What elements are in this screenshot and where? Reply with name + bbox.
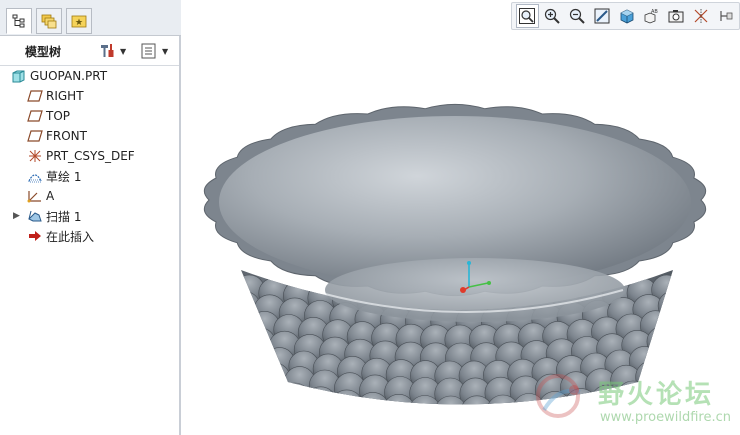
tree-item-sketch[interactable]: 草绘 1: [0, 166, 179, 186]
repaint-icon: [594, 8, 610, 24]
bowl-scale: [258, 362, 291, 396]
insert-here-arrow-icon: [26, 228, 44, 244]
bowl-scale: [434, 395, 468, 405]
bowl-scale: [210, 272, 240, 302]
chevron-down-icon: ▼: [162, 46, 169, 56]
bowl-scale: [486, 394, 520, 405]
tree-item-sweep[interactable]: ▶ 扫描 1: [0, 206, 179, 226]
tree-item-label: 在此插入: [46, 229, 95, 244]
datum-axis-icon: [26, 188, 44, 204]
zoom-out-button[interactable]: [566, 4, 589, 28]
bowl-scale: [252, 378, 286, 405]
navigator-tab-strip: [0, 0, 181, 36]
more-views-button[interactable]: [714, 4, 737, 28]
bowl-scale: [304, 386, 338, 405]
tree-item-axis[interactable]: A: [0, 186, 179, 206]
bowl-scale: [278, 382, 312, 405]
tree-item-label: PRT_CSYS_DEF: [46, 149, 135, 163]
creo-application-window: 模型树 ▼ ▼ GUOPAN.PRT RIGHT TOP FRONT PRT_C…: [0, 0, 740, 435]
datum-plane-icon: [26, 88, 44, 104]
datum-plane-icon: [26, 128, 44, 144]
svg-text:AB: AB: [651, 9, 658, 15]
model-tree-header: 模型树 ▼ ▼: [0, 36, 179, 66]
model-tree: GUOPAN.PRT RIGHT TOP FRONT PRT_CSYS_DEF …: [0, 66, 179, 246]
zoom-in-button[interactable]: [541, 4, 564, 28]
zoom-out-icon: [569, 8, 585, 24]
tree-item-label: 草绘 1: [46, 169, 82, 184]
bowl-scale: [330, 389, 364, 405]
saved-views-icon: AB: [644, 9, 659, 24]
tree-item-label: 扫描 1: [46, 209, 82, 224]
tab-favorites[interactable]: [66, 8, 92, 34]
tab-model-tree[interactable]: [6, 8, 32, 34]
tree-item-label: GUOPAN.PRT: [30, 69, 108, 83]
refit-button[interactable]: [516, 4, 539, 28]
bowl-scale: [243, 327, 276, 358]
chevron-down-icon: ▼: [120, 46, 127, 56]
bowl-scale: [382, 393, 416, 405]
tree-item-part[interactable]: GUOPAN.PRT: [0, 66, 179, 86]
forum-logo-icon: [536, 374, 581, 418]
favorites-folder-icon: [71, 15, 87, 28]
tab-folder-browser[interactable]: [36, 8, 62, 34]
sketch-icon: [26, 168, 44, 184]
part-icon: [10, 68, 28, 84]
settings-tools-icon: [101, 44, 114, 57]
forum-watermark: 野火论坛 www.proewildfire.cn: [530, 366, 740, 432]
bowl-scale: [241, 307, 256, 338]
coordinate-system-icon: [26, 148, 44, 164]
bowl-scale: [657, 290, 673, 322]
bowl-scale: [460, 395, 494, 405]
view-toolbar: AB: [511, 2, 740, 30]
bowl-scale: [356, 392, 390, 405]
tree-item-right[interactable]: RIGHT: [0, 86, 179, 106]
more-tools-icon: [720, 11, 733, 21]
tree-item-front[interactable]: FRONT: [0, 126, 179, 146]
display-style-button[interactable]: [615, 4, 638, 28]
datum-display-filters-icon: [694, 9, 708, 23]
tree-item-label: A: [46, 189, 55, 203]
refit-icon: [519, 8, 536, 24]
datum-display-button[interactable]: [689, 4, 712, 28]
tree-item-label: TOP: [46, 109, 71, 123]
bowl-scale: [408, 395, 442, 405]
saved-orientations-button[interactable]: AB: [640, 4, 663, 28]
tree-item-label: FRONT: [46, 129, 87, 143]
datum-plane-icon: [26, 108, 44, 124]
tree-show-button[interactable]: ▼: [140, 41, 168, 61]
bowl-scale: [646, 326, 673, 357]
bowl-scale: [241, 290, 261, 322]
watermark-url: www.proewildfire.cn: [600, 410, 731, 425]
sweep-feature-icon: [26, 208, 44, 224]
repaint-button[interactable]: [590, 4, 613, 28]
expand-arrow-icon[interactable]: ▶: [13, 211, 21, 221]
shaded-cube-icon: [620, 9, 633, 24]
camera-view-icon: [668, 10, 684, 23]
navigator-panel: 模型树 ▼ ▼ GUOPAN.PRT RIGHT TOP FRONT PRT_C…: [0, 0, 181, 435]
bowl-scale: [241, 343, 271, 375]
list-view-icon: [141, 43, 156, 59]
tree-item-insert-here[interactable]: 在此插入: [0, 226, 179, 246]
zoom-in-icon: [545, 8, 560, 24]
model-tree-title: 模型树: [25, 45, 62, 59]
tree-item-top[interactable]: TOP: [0, 106, 179, 126]
watermark-title: 野火论坛: [598, 380, 715, 410]
folder-browser-icon: [41, 14, 57, 29]
model-tree-icon: [12, 14, 25, 28]
view-manager-button[interactable]: [665, 4, 688, 28]
tree-settings-button[interactable]: ▼: [98, 41, 126, 61]
tree-item-csys[interactable]: PRT_CSYS_DEF: [0, 146, 179, 166]
tree-item-label: RIGHT: [46, 89, 84, 103]
